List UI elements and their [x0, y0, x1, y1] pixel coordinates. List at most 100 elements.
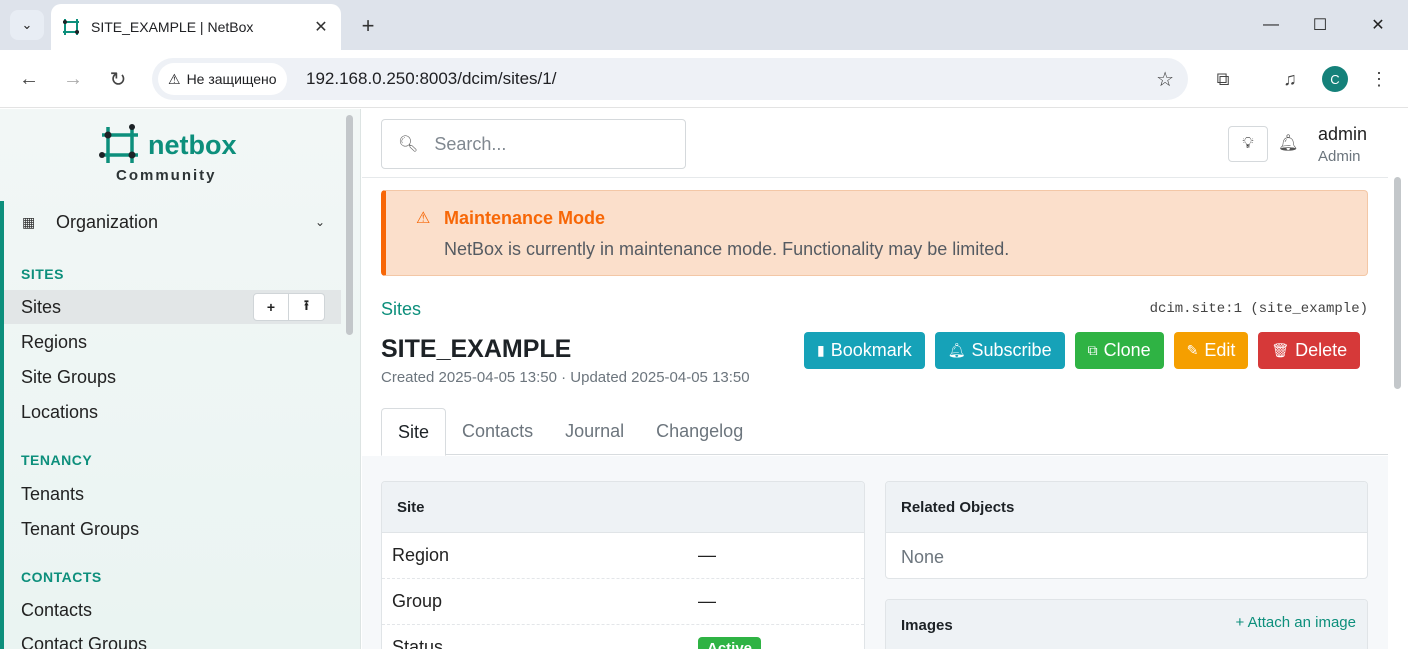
field-label: Region: [392, 545, 450, 565]
browser-toolbar: ← → ↻ ⚠ Не защищено 192.168.0.250:8003/d…: [0, 50, 1408, 108]
sidebar-item-tenants[interactable]: Tenants: [4, 477, 341, 511]
sidebar-item-sites[interactable]: Sites + ⭱: [4, 290, 341, 324]
field-value: —: [698, 591, 716, 611]
clone-button[interactable]: ⧉ Clone: [1074, 332, 1164, 369]
add-site-button[interactable]: +: [253, 293, 289, 321]
copy-icon: ⧉: [1087, 342, 1098, 358]
edit-label: Edit: [1204, 340, 1236, 360]
section-header-tenancy: TENANCY: [21, 452, 93, 468]
status-badge: Active: [698, 637, 762, 649]
profile-avatar[interactable]: C: [1322, 66, 1348, 92]
new-tab-button[interactable]: +: [354, 12, 382, 40]
images-card: Images + Attach an image: [885, 599, 1368, 649]
table-row: Status Active: [382, 625, 864, 649]
edit-button[interactable]: ✎ Edit: [1173, 332, 1249, 369]
alert-message: NetBox is currently in maintenance mode.…: [444, 239, 1010, 259]
object-identifier: dcim.site:1 (site_example): [1149, 301, 1368, 317]
related-objects-header: Related Objects: [886, 482, 1367, 533]
security-label: Не защищено: [186, 71, 277, 87]
field-value: —: [698, 545, 716, 565]
table-row: Region —: [382, 533, 864, 579]
lightbulb-icon: 💡︎: [1242, 135, 1254, 152]
sidebar: netbox Community ▦ Organization ⌄ SITES …: [0, 109, 361, 649]
page-title: SITE_EXAMPLE: [381, 335, 572, 363]
sidebar-item-contact-groups[interactable]: Contact Groups: [4, 627, 341, 649]
tab-title: SITE_EXAMPLE | NetBox: [91, 19, 254, 35]
sidebar-item-regions[interactable]: Regions: [4, 325, 341, 359]
field-label: Status: [392, 637, 444, 649]
plus-icon: +: [1235, 614, 1248, 631]
object-timestamps: Created 2025-04-05 13:50 · Updated 2025-…: [381, 369, 750, 386]
url-text[interactable]: 192.168.0.250:8003/dcim/sites/1/: [306, 69, 556, 89]
security-chip[interactable]: ⚠ Не защищено: [158, 63, 287, 95]
attach-image-link[interactable]: + Attach an image: [1235, 614, 1356, 631]
menu-kebab-icon[interactable]: ⋮: [1364, 64, 1394, 94]
bell-plus-icon: 🔔︎: [947, 342, 966, 358]
breadcrumb[interactable]: Sites: [381, 299, 421, 320]
bookmark-button[interactable]: ▮ Bookmark: [804, 332, 925, 369]
tab-contacts[interactable]: Contacts: [446, 408, 549, 455]
table-row: Group —: [382, 579, 864, 625]
back-icon[interactable]: ←: [14, 64, 44, 94]
related-objects-empty: None: [901, 547, 945, 567]
media-controls-icon[interactable]: ♫: [1275, 64, 1305, 94]
tab-journal[interactable]: Journal: [549, 408, 640, 455]
object-tabs: Site Contacts Journal Changelog: [381, 408, 1388, 456]
maximize-icon[interactable]: ☐: [1305, 10, 1335, 40]
tab-search-button[interactable]: ⌄: [10, 10, 44, 40]
window-close-icon[interactable]: ✕: [1363, 10, 1393, 40]
subscribe-label: Subscribe: [971, 340, 1052, 360]
user-name[interactable]: admin: [1318, 124, 1367, 145]
menu-organization-label: Organization: [56, 211, 159, 232]
import-sites-button[interactable]: ⭱: [289, 293, 325, 321]
user-role: Admin: [1318, 148, 1361, 165]
search-input[interactable]: [434, 133, 675, 155]
extensions-icon[interactable]: ⧉: [1208, 64, 1238, 94]
sidebar-item-tenant-groups[interactable]: Tenant Groups: [4, 512, 341, 546]
chevron-down-icon: ⌄: [314, 215, 325, 229]
site-card: Site Region — Group — Status Active: [381, 481, 865, 649]
bookmark-star-icon[interactable]: ☆: [1156, 67, 1174, 92]
reload-icon[interactable]: ↻: [103, 64, 133, 94]
tab-changelog[interactable]: Changelog: [640, 408, 759, 455]
brand-edition: Community: [116, 167, 217, 184]
pencil-icon: ✎: [1186, 342, 1199, 358]
sidebar-item-locations[interactable]: Locations: [4, 395, 341, 429]
section-header-sites: SITES: [21, 266, 64, 282]
tab-close-icon[interactable]: ✕: [309, 15, 333, 39]
section-header-contacts: CONTACTS: [21, 569, 102, 585]
minimize-icon[interactable]: —: [1256, 10, 1286, 40]
menu-organization[interactable]: ▦ Organization ⌄: [0, 201, 345, 243]
warning-icon: ⚠: [168, 70, 181, 87]
browser-tab[interactable]: SITE_EXAMPLE | NetBox ✕: [51, 4, 341, 50]
maintenance-alert: ⚠ Maintenance Mode NetBox is currently i…: [381, 190, 1368, 276]
attach-image-label: Attach an image: [1247, 614, 1356, 631]
theme-toggle-button[interactable]: 💡︎: [1228, 126, 1268, 162]
bookmark-icon: ▮: [817, 342, 825, 358]
sidebar-item-contacts[interactable]: Contacts: [4, 593, 341, 627]
delete-button[interactable]: 🗑︎ Delete: [1258, 332, 1361, 369]
object-actions: ▮ Bookmark 🔔︎ Subscribe ⧉ Clone ✎ Edit 🗑︎ Del…: [804, 332, 1361, 369]
forward-icon[interactable]: →: [58, 64, 88, 94]
related-objects-card: Related Objects None: [885, 481, 1368, 579]
field-label: Group: [392, 591, 443, 611]
brand-name: netbox: [148, 129, 237, 160]
address-bar[interactable]: ⚠ Не защищено 192.168.0.250:8003/dcim/si…: [152, 58, 1188, 100]
notifications-bell-icon[interactable]: 🔔︎: [1278, 133, 1298, 153]
netbox-logo-icon: [99, 124, 138, 163]
tab-site[interactable]: Site: [381, 408, 447, 456]
sidebar-item-site-groups[interactable]: Site Groups: [4, 360, 341, 394]
search-box[interactable]: 🔍︎: [381, 119, 686, 169]
subscribe-button[interactable]: 🔔︎ Subscribe: [934, 332, 1065, 369]
site-card-header: Site: [382, 482, 864, 533]
alert-warning-icon: ⚠: [416, 210, 431, 227]
sidebar-scrollbar[interactable]: [346, 115, 353, 335]
building-icon: ▦: [22, 213, 36, 230]
search-icon: 🔍︎: [398, 136, 419, 153]
top-navbar: 🔍︎ 💡︎ 🔔︎ admin Admin: [362, 109, 1388, 178]
main-scrollbar[interactable]: [1394, 177, 1401, 389]
sidebar-item-label: Sites: [21, 296, 62, 317]
brand-logo[interactable]: netbox: [98, 123, 237, 167]
browser-tabstrip: ⌄ SITE_EXAMPLE | NetBox ✕ + — ☐ ✕: [0, 0, 1408, 50]
trash-icon: 🗑︎: [1271, 342, 1290, 358]
